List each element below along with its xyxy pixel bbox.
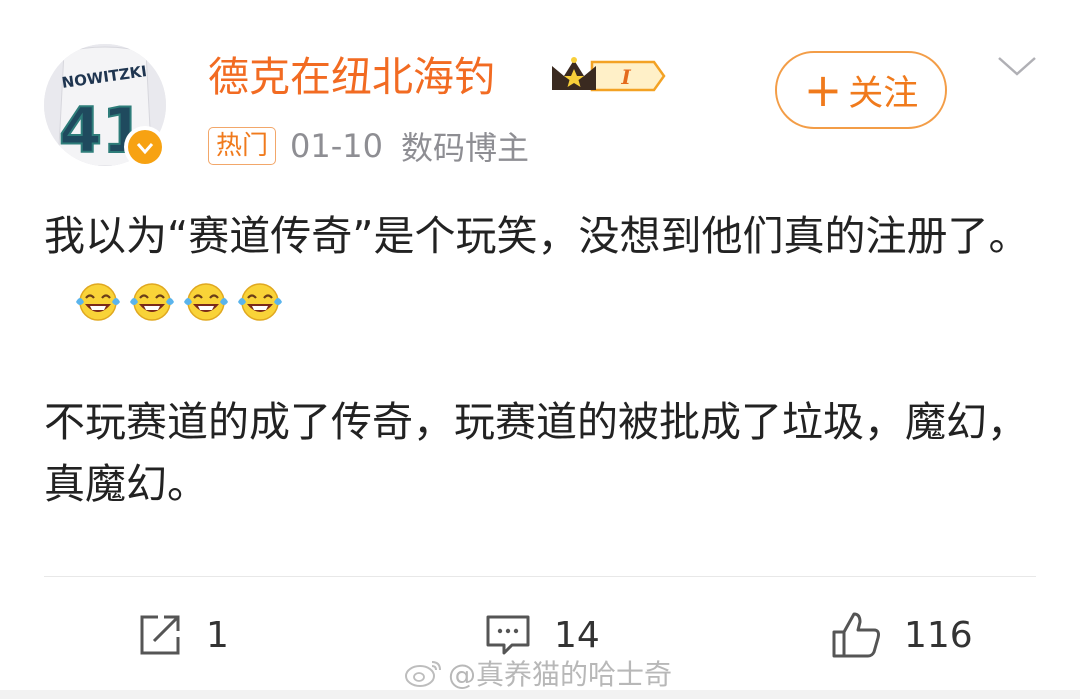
post-paragraph-2-text: 不玩赛道的成了传奇，玩赛道的被批成了垃圾，魔幻，真魔幻。 (44, 398, 1028, 508)
chevron-down-icon[interactable] (995, 52, 1039, 80)
post-time: 01-10 (290, 127, 383, 165)
post-body: 我以为“赛道传奇”是个玩笑，没想到他们真的注册了。 不玩赛道的成了传奇，玩赛道的… (44, 205, 1034, 515)
bottom-strip (0, 690, 1080, 699)
laughing-tears-icon (76, 283, 120, 321)
repost-icon (140, 615, 180, 655)
laughing-tears-icon (238, 283, 282, 321)
username[interactable]: 德克在纽北海钓 (208, 48, 495, 106)
repost-count: 1 (206, 614, 229, 656)
post-paragraph: 我以为“赛道传奇”是个玩笑，没想到他们真的注册了。 (44, 205, 1034, 329)
hot-tag-badge: 热门 (208, 127, 277, 165)
like-button[interactable]: 116 (830, 600, 973, 670)
crown-level-text: I (620, 65, 631, 89)
like-count: 116 (904, 614, 973, 656)
verified-badge-icon (124, 126, 166, 168)
follow-button-label: 关注 (848, 73, 919, 114)
watermark: @真养猫的哈士奇 (404, 653, 672, 693)
thumbs-up-icon (832, 612, 880, 658)
laughing-tears-icon (130, 283, 174, 321)
watermark-text: @真养猫的哈士奇 (448, 658, 673, 691)
follow-button[interactable]: + 关注 (775, 51, 947, 129)
emoji-group (74, 282, 284, 322)
comment-count: 14 (554, 614, 600, 656)
post-paragraph-1-text: 我以为“赛道传奇”是个玩笑，没想到他们真的注册了。 (44, 212, 1030, 260)
weibo-logo-icon (405, 661, 441, 687)
post-meta: 热门 01-10 数码博主 (208, 124, 529, 168)
repost-button[interactable]: 1 (136, 600, 229, 670)
laughing-tears-icon (184, 283, 228, 321)
crown-level-badge-icon: I (552, 57, 666, 92)
divider (44, 576, 1036, 577)
post-source: 数码博主 (401, 129, 530, 167)
plus-icon: + (803, 63, 843, 117)
comment-icon (486, 615, 530, 655)
